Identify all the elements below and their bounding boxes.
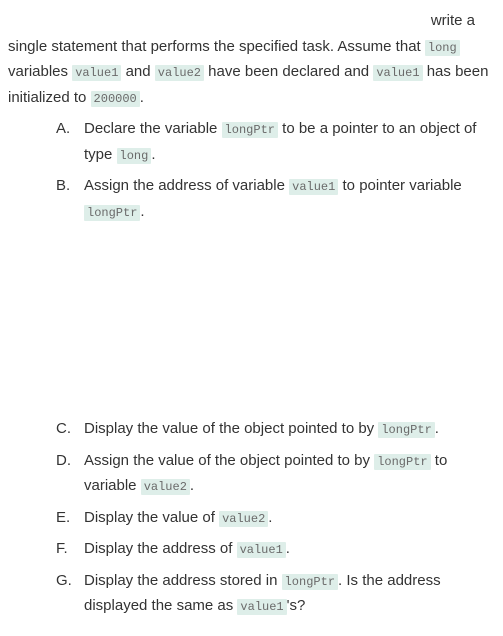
list-item: D. Assign the value of the object pointe… (56, 448, 495, 499)
spacer (56, 230, 495, 410)
item-text: . (190, 477, 194, 494)
list-item: F. Display the address of value1. (56, 536, 495, 562)
item-marker: B. (56, 173, 70, 199)
intro-line2: single statement that performs the speci… (8, 34, 495, 111)
item-text: Display the address of (84, 540, 237, 557)
item-marker: A. (56, 116, 70, 142)
code-value1: value1 (373, 65, 422, 81)
list-item: C. Display the value of the object point… (56, 416, 495, 442)
intro-text: have been declared and (204, 63, 373, 80)
intro-text: variables (8, 63, 72, 80)
intro-text: single statement that performs the speci… (8, 38, 425, 55)
item-text: Declare the variable (84, 120, 222, 137)
item-marker: E. (56, 505, 70, 531)
item-text: Assign the value of the object pointed t… (84, 452, 374, 469)
item-text: Display the value of the object pointed … (84, 420, 378, 437)
code-value1: value1 (72, 65, 121, 81)
code-longptr: longPtr (282, 574, 338, 590)
code-longptr: longPtr (374, 454, 430, 470)
item-marker: F. (56, 536, 68, 562)
code-value2: value2 (155, 65, 204, 81)
code-longptr: longPtr (84, 205, 140, 221)
list-item: A. Declare the variable longPtr to be a … (56, 116, 495, 167)
list-item: E. Display the value of value2. (56, 505, 495, 531)
intro-text: . (140, 89, 144, 106)
item-text: Assign the address of variable (84, 177, 289, 194)
task-list: A. Declare the variable longPtr to be a … (8, 116, 495, 619)
code-longptr: longPtr (222, 122, 278, 138)
code-value1: value1 (237, 542, 286, 558)
item-text: . (268, 509, 272, 526)
item-text: . (140, 203, 144, 220)
list-item: B. Assign the address of variable value1… (56, 173, 495, 224)
code-value2: value2 (141, 479, 190, 495)
item-text: to pointer variable (338, 177, 461, 194)
item-text: . (435, 420, 439, 437)
code-long: long (425, 40, 460, 56)
item-text: . (151, 146, 155, 163)
code-longptr: longPtr (378, 422, 434, 438)
code-value2: value2 (219, 511, 268, 527)
code-200000: 200000 (91, 91, 140, 107)
code-value1: value1 (289, 179, 338, 195)
code-long: long (117, 148, 152, 164)
item-marker: C. (56, 416, 71, 442)
item-text: Display the value of (84, 509, 219, 526)
intro-paragraph: write a single statement that performs t… (8, 8, 495, 110)
item-marker: D. (56, 448, 71, 474)
code-value1: value1 (237, 599, 286, 615)
list-item: G. Display the address stored in longPtr… (56, 568, 495, 619)
intro-text: and (121, 63, 154, 80)
item-marker: G. (56, 568, 72, 594)
item-text: . (286, 540, 290, 557)
item-text: 's? (287, 597, 306, 614)
item-text: Display the address stored in (84, 572, 282, 589)
intro-line1: write a (8, 8, 495, 34)
